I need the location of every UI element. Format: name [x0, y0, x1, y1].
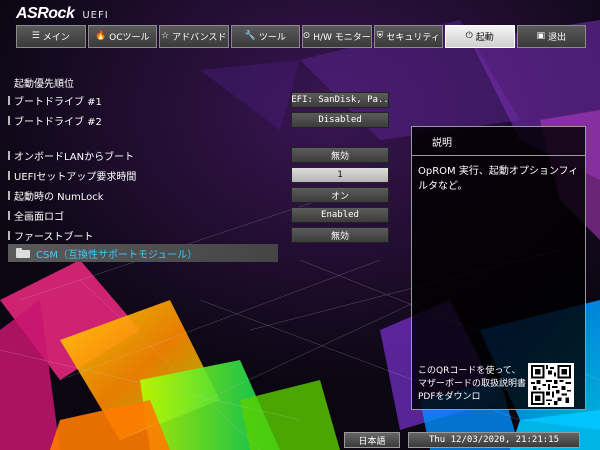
- setting-row-boot-option-1[interactable]: ブートドライブ #1: [8, 92, 102, 108]
- row-marker: [8, 230, 10, 240]
- tab-label: セキュリティ: [386, 33, 440, 43]
- boot-option-2-value[interactable]: Disabled: [291, 112, 389, 128]
- csm-submenu-item[interactable]: CSM（互換性サポートモジュール）: [8, 244, 278, 262]
- tab-label: H/W モニター: [313, 33, 371, 43]
- row-marker: [8, 115, 10, 125]
- tab-label: メイン: [42, 33, 70, 43]
- row-marker: [8, 150, 10, 160]
- boot-priority-heading: 起動優先順位: [14, 79, 74, 90]
- asrock-logo: ASRock: [16, 5, 75, 22]
- flame-icon: 🔥: [94, 31, 107, 41]
- setting-label: 起動時の NumLock: [14, 191, 104, 203]
- setting-label: UEFIセットアップ要求時間: [14, 171, 137, 183]
- setting-row-boot-from-lan[interactable]: オンボードLANからブート: [8, 147, 134, 163]
- tab-security[interactable]: ⛨ セキュリティ: [373, 25, 443, 48]
- setting-row-fast-boot[interactable]: ファーストブート: [8, 227, 94, 243]
- setup-prompt-timeout-input[interactable]: 1: [291, 167, 389, 183]
- tab-hw-monitor[interactable]: ⊙ H/W モニター: [302, 25, 372, 48]
- star-icon: ☆: [161, 31, 170, 41]
- tab-tool[interactable]: 🔧 ツール: [230, 25, 300, 48]
- boot-option-1-value[interactable]: UEFI: SanDisk, Pa...: [291, 92, 389, 108]
- help-panel: 説明 OpROM 実行、起動オプションフィルタなど。 このQRコードを使って、マ…: [411, 126, 586, 410]
- help-title: 説明: [432, 137, 452, 149]
- row-marker: [8, 210, 10, 220]
- setting-label: ブートドライブ #2: [14, 116, 102, 128]
- main-tab-bar: ☰ メイン 🔥 OCツール ☆ アドバンスド 🔧 ツール ⊙ H/W モニター …: [16, 25, 586, 48]
- full-screen-logo-value[interactable]: Enabled: [291, 207, 389, 223]
- tab-label: 起動: [475, 33, 494, 43]
- tab-boot[interactable]: ⏻ 起動: [445, 25, 515, 48]
- setting-row-boot-option-2[interactable]: ブートドライブ #2: [8, 112, 102, 128]
- tab-main[interactable]: ☰ メイン: [16, 25, 86, 48]
- row-marker: [8, 95, 10, 105]
- list-icon: ☰: [31, 31, 40, 41]
- uefi-label: UEFI: [82, 10, 109, 21]
- shield-icon: ⛨: [376, 31, 384, 41]
- row-marker: [8, 170, 10, 180]
- brand-header: ASRock UEFI: [16, 5, 109, 23]
- row-marker: [8, 190, 10, 200]
- bootup-numlock-value[interactable]: オン: [291, 187, 389, 203]
- qr-instructions: このQRコードを使って、マザーボードの取扱説明書PDFをダウンロ: [418, 366, 527, 403]
- monitor-icon: ⊙: [302, 31, 311, 41]
- qr-code-icon: [528, 363, 574, 407]
- csm-label: CSM（互換性サポートモジュール）: [36, 249, 198, 261]
- exit-icon: ▣: [536, 31, 545, 41]
- help-description: OpROM 実行、起動オプションフィルタなど。: [418, 166, 579, 192]
- power-icon: ⏻: [465, 31, 473, 41]
- setting-row-setup-prompt-timeout[interactable]: UEFIセットアップ要求時間: [8, 167, 136, 183]
- datetime-display: Thu 12/03/2020, 21:21:15: [408, 432, 580, 448]
- tab-exit[interactable]: ▣ 退出: [516, 25, 586, 48]
- setting-row-full-screen-logo[interactable]: 全画面ロゴ: [8, 207, 64, 223]
- setting-label: 全画面ロゴ: [14, 211, 64, 223]
- setting-label: オンボードLANからブート: [14, 151, 135, 163]
- boot-from-lan-value[interactable]: 無効: [291, 147, 389, 163]
- tab-label: ツール: [258, 33, 286, 43]
- tab-oc-tweaker[interactable]: 🔥 OCツール: [87, 25, 157, 48]
- setting-label: ファーストブート: [14, 231, 94, 243]
- fast-boot-value[interactable]: 無効: [291, 227, 389, 243]
- setting-row-bootup-numlock[interactable]: 起動時の NumLock: [8, 187, 104, 203]
- tab-label: OCツール: [109, 33, 150, 43]
- folder-icon: [16, 248, 30, 258]
- language-selector[interactable]: 日本語: [344, 432, 400, 448]
- wrench-icon: 🔧: [244, 31, 256, 41]
- tab-label: アドバンスド: [172, 33, 227, 43]
- setting-label: ブートドライブ #1: [14, 96, 102, 108]
- tab-label: 退出: [548, 33, 567, 43]
- tab-advanced[interactable]: ☆ アドバンスド: [159, 25, 229, 48]
